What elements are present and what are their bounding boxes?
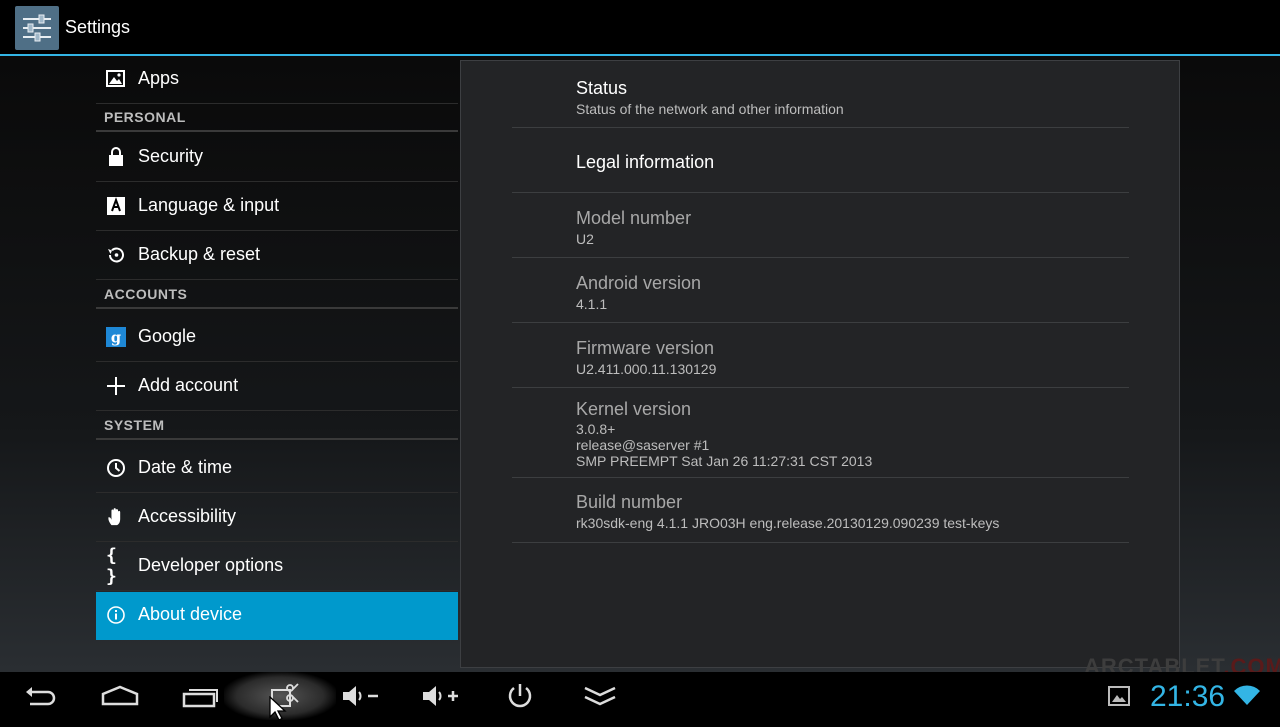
wifi-signal-icon[interactable] [1233,684,1261,711]
page-title: Settings [65,17,131,37]
section-header-label: SYSTEM [104,417,165,433]
pref-title: Build number [576,492,683,512]
pref-summary: U2.411.000.11.130129 [576,361,717,377]
backup-restore-icon [106,244,126,266]
home-icon [101,685,139,706]
header-item-security[interactable]: Security [96,134,458,182]
pref-summary: 4.1.1 [576,296,608,312]
pref-firmware-version: Firmware version U2.411.000.11.130129 [512,323,1129,388]
volume-down-button[interactable] [340,676,380,716]
settings-app-icon[interactable] [15,6,59,50]
header-item-label: About device [138,604,243,624]
header-item-label: Date & time [138,457,233,477]
braces-icon: { } [106,545,117,587]
pref-legal-information[interactable]: Legal information [512,128,1129,193]
header-item-language-input[interactable]: Language & input [96,183,458,231]
apps-icon [106,68,126,90]
pref-summary: rk30sdk-eng 4.1.1 JRO03H eng.release.201… [576,515,1000,531]
header-item-label: Backup & reset [138,244,261,264]
section-header-system: SYSTEM [96,412,458,440]
power-button[interactable] [500,676,540,716]
pref-title: Firmware version [576,338,715,358]
settings-content: Apps PERSONAL Security Language & input … [0,56,1280,672]
header-item-add-account[interactable]: Add account [96,363,458,411]
pref-status[interactable]: Status Status of the network and other i… [512,61,1129,128]
header-item-backup-reset[interactable]: Backup & reset [96,232,458,280]
header-item-accessibility[interactable]: Accessibility [96,494,458,542]
pref-kernel-version: Kernel version 3.0.8+ release@saserver #… [512,388,1129,478]
notification-screenshot-icon[interactable] [1108,686,1130,711]
action-bar: Settings [0,0,1280,56]
keyboard-language-icon [106,195,126,217]
header-item-google[interactable]: g Google [96,314,458,362]
header-item-about-device[interactable]: About device [96,592,458,640]
header-item-label: Add account [138,375,239,395]
section-header-label: PERSONAL [104,109,186,125]
about-device-panel: Status Status of the network and other i… [460,60,1180,668]
lock-icon [106,146,126,168]
back-icon [26,687,56,706]
google-icon: g [106,326,126,348]
section-header-accounts: ACCOUNTS [96,281,458,309]
header-item-label: Apps [138,68,180,88]
status-clock[interactable]: 21:36 [1150,680,1225,714]
clock-icon [106,457,126,479]
pref-summary: Status of the network and other informat… [576,101,844,117]
pref-summary: 3.0.8+ release@saserver #1 SMP PREEMPT S… [576,421,873,469]
recent-apps-button[interactable] [180,676,220,716]
svg-text:g: g [111,329,121,346]
pref-title: Android version [576,273,702,293]
header-item-label: Developer options [138,555,284,575]
pref-title: Model number [576,208,692,228]
hide-bar-button[interactable] [580,676,620,716]
pref-title: Status [576,78,628,98]
plus-icon [106,375,126,397]
volume-down-icon [343,686,378,706]
double-chevron-down-icon [584,686,616,706]
header-item-label: Google [138,326,197,346]
section-header-personal: PERSONAL [96,104,458,132]
pref-title: Kernel version [576,399,692,419]
pref-model-number: Model number U2 [512,193,1129,258]
info-icon [106,604,126,626]
pref-title: Legal information [576,152,715,172]
home-button[interactable] [100,676,140,716]
volume-up-icon [423,686,458,706]
header-item-label: Language & input [138,195,280,215]
header-item-developer-options[interactable]: { } Developer options [96,543,458,591]
mouse-cursor-icon [268,695,290,727]
settings-header-list: Apps PERSONAL Security Language & input … [96,56,458,640]
pref-summary: U2 [576,231,594,247]
volume-up-button[interactable] [420,676,460,716]
pref-android-version[interactable]: Android version 4.1.1 [512,258,1129,323]
header-item-apps[interactable]: Apps [96,56,458,104]
back-button[interactable] [20,676,60,716]
header-item-date-time[interactable]: Date & time [96,445,458,493]
section-header-label: ACCOUNTS [104,286,188,302]
hand-icon [106,506,126,528]
header-item-label: Accessibility [138,506,237,526]
header-item-label: Security [138,146,204,166]
recent-apps-icon [182,689,218,708]
system-navigation-bar: 21:36 [0,672,1280,720]
power-icon [508,684,532,708]
pref-build-number[interactable]: Build number rk30sdk-eng 4.1.1 JRO03H en… [512,478,1129,543]
